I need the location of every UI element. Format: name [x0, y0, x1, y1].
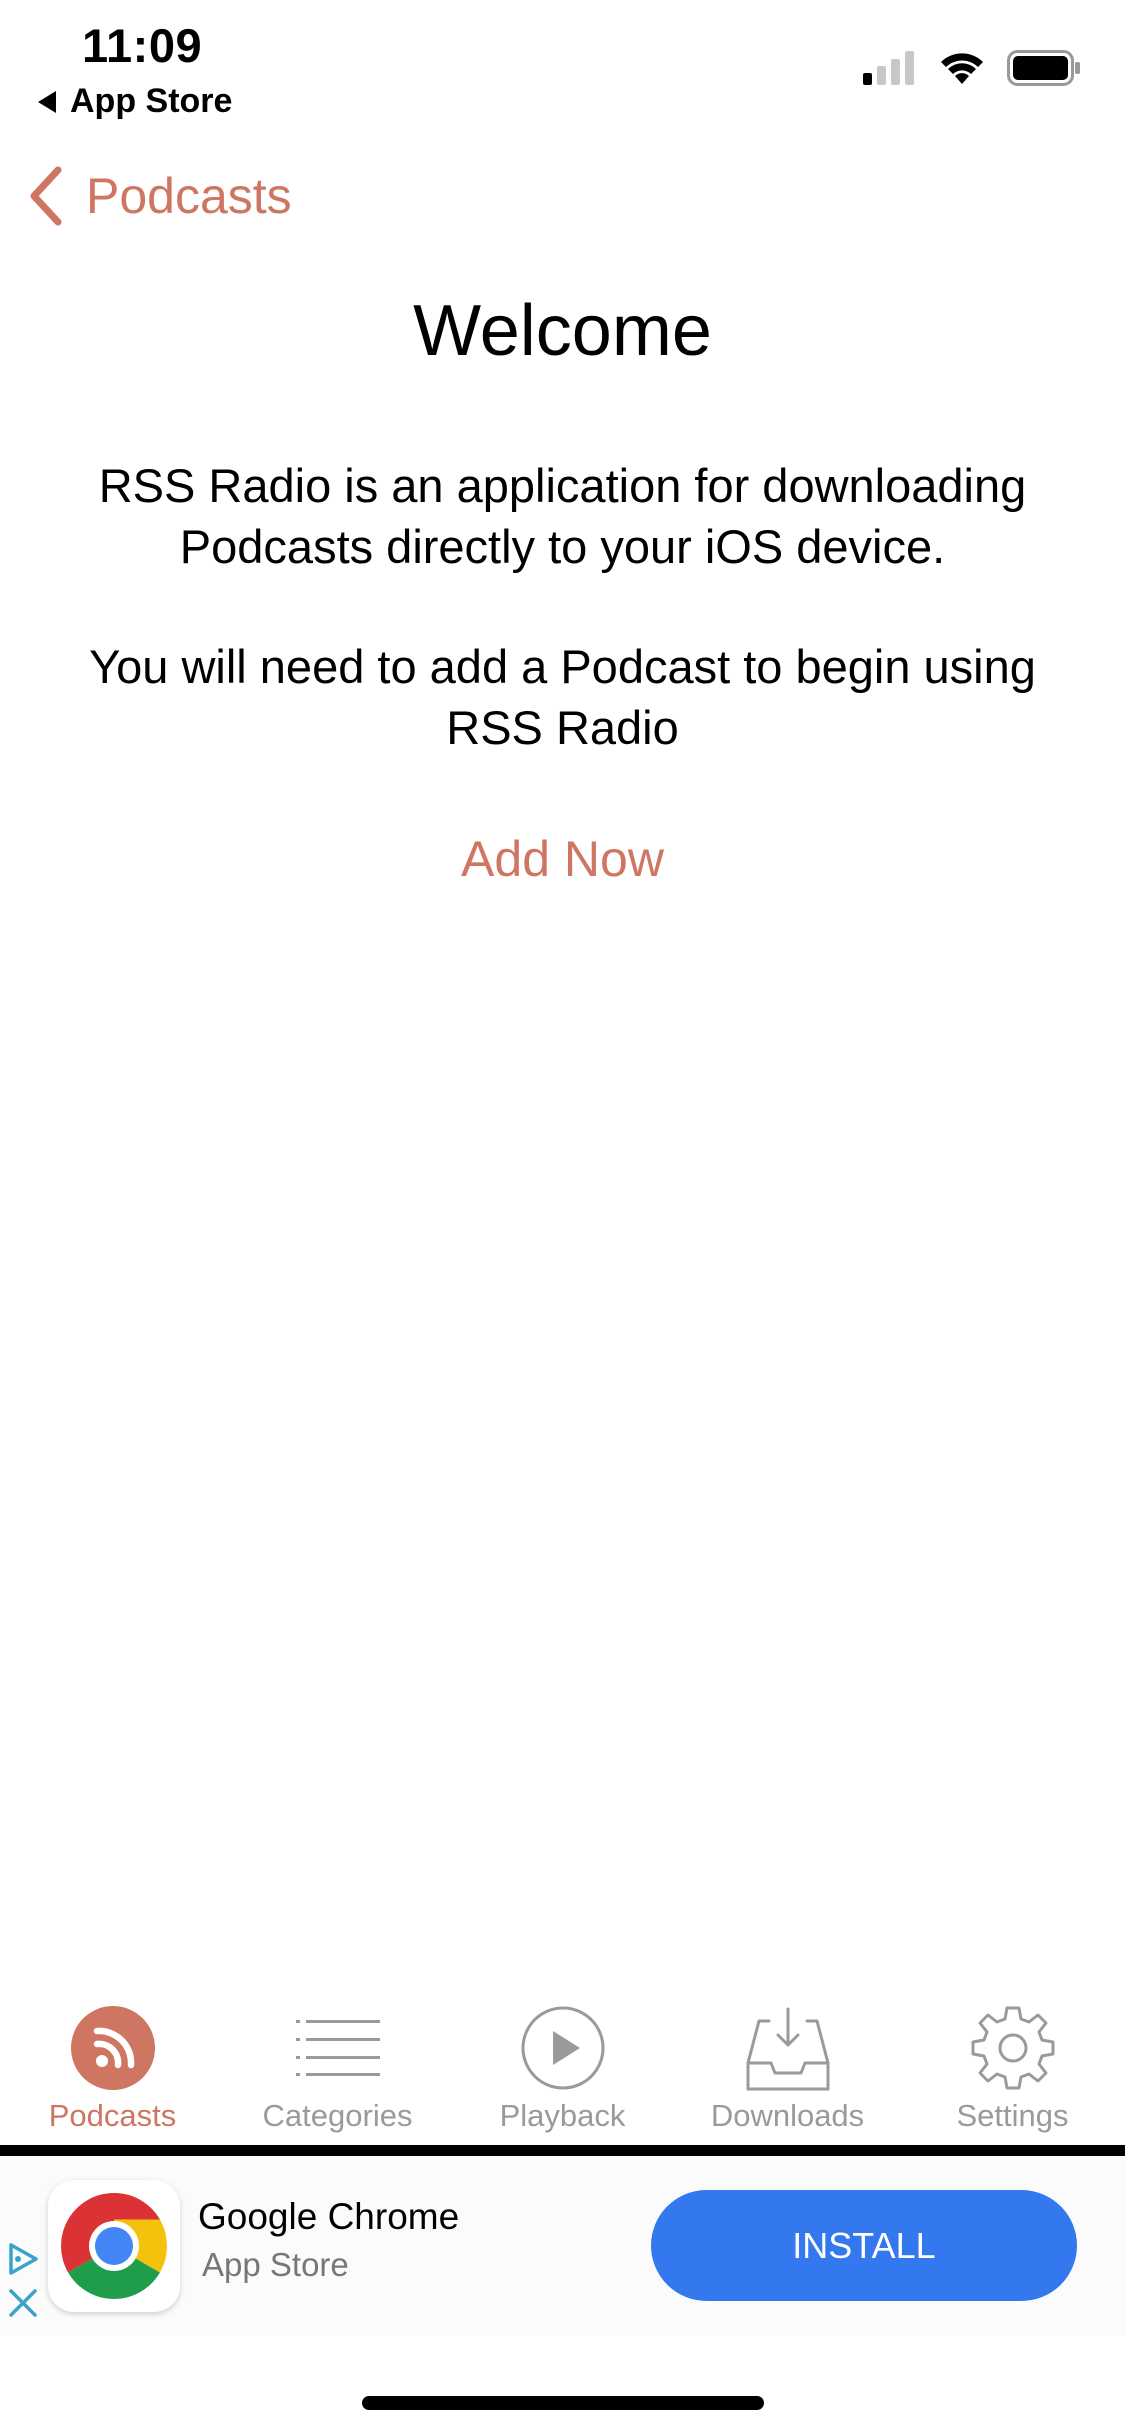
tab-podcasts[interactable]: Podcasts	[0, 2000, 225, 2142]
home-indicator[interactable]	[362, 2396, 764, 2410]
rss-icon	[70, 2006, 155, 2090]
status-time: 11:09	[82, 19, 203, 72]
ad-banner[interactable]: Google Chrome App Store INSTALL	[0, 2156, 1125, 2336]
status-icons	[863, 50, 1081, 86]
tab-playback[interactable]: Playback	[450, 2000, 675, 2142]
ad-choices[interactable]	[6, 2242, 40, 2320]
install-button[interactable]: INSTALL	[651, 2190, 1077, 2301]
ad-choices-icon	[9, 2243, 38, 2275]
tab-downloads-label: Downloads	[710, 2098, 865, 2133]
back-button[interactable]: Podcasts	[26, 166, 292, 226]
return-to-app-store[interactable]: App Store	[38, 82, 232, 121]
back-button-label: Podcasts	[86, 168, 292, 224]
close-icon[interactable]	[6, 2286, 40, 2320]
download-tray-icon	[746, 2007, 829, 2091]
gear-icon	[971, 2006, 1054, 2090]
page-title: Welcome	[413, 291, 712, 371]
back-triangle-icon	[38, 90, 56, 113]
return-app-label: App Store	[70, 82, 233, 120]
ad-store-name: App Store	[202, 2246, 349, 2283]
chrome-logo-icon	[61, 2193, 167, 2299]
tab-playback-label: Playback	[499, 2098, 626, 2133]
tab-bar: Podcasts Categories Playback Downloads S…	[0, 2000, 1125, 2142]
add-now-link[interactable]: Add Now	[0, 830, 1125, 888]
chevron-left-icon	[30, 166, 62, 226]
screen: 11:09 App Store Podcasts Welcome RSS Rad	[0, 0, 1125, 2436]
wifi-icon	[941, 53, 983, 84]
battery-icon	[1007, 50, 1080, 86]
instruction-text: You will need to add a Podcast to begin …	[89, 640, 1036, 754]
tab-downloads[interactable]: Downloads	[675, 2000, 900, 2142]
tab-categories[interactable]: Categories	[225, 2000, 450, 2142]
app-description: RSS Radio is an application for download…	[98, 459, 1027, 573]
tab-settings-label: Settings	[956, 2098, 1069, 2133]
tab-categories-label: Categories	[262, 2098, 413, 2133]
list-icon	[295, 2020, 380, 2076]
tab-podcasts-label: Podcasts	[48, 2098, 177, 2133]
ad-app-icon[interactable]	[48, 2180, 180, 2312]
ad-separator	[0, 2145, 1125, 2156]
cellular-signal-icon	[863, 51, 914, 85]
tab-settings[interactable]: Settings	[900, 2000, 1125, 2142]
play-icon	[521, 2006, 604, 2090]
ad-app-name: Google Chrome	[198, 2196, 460, 2237]
